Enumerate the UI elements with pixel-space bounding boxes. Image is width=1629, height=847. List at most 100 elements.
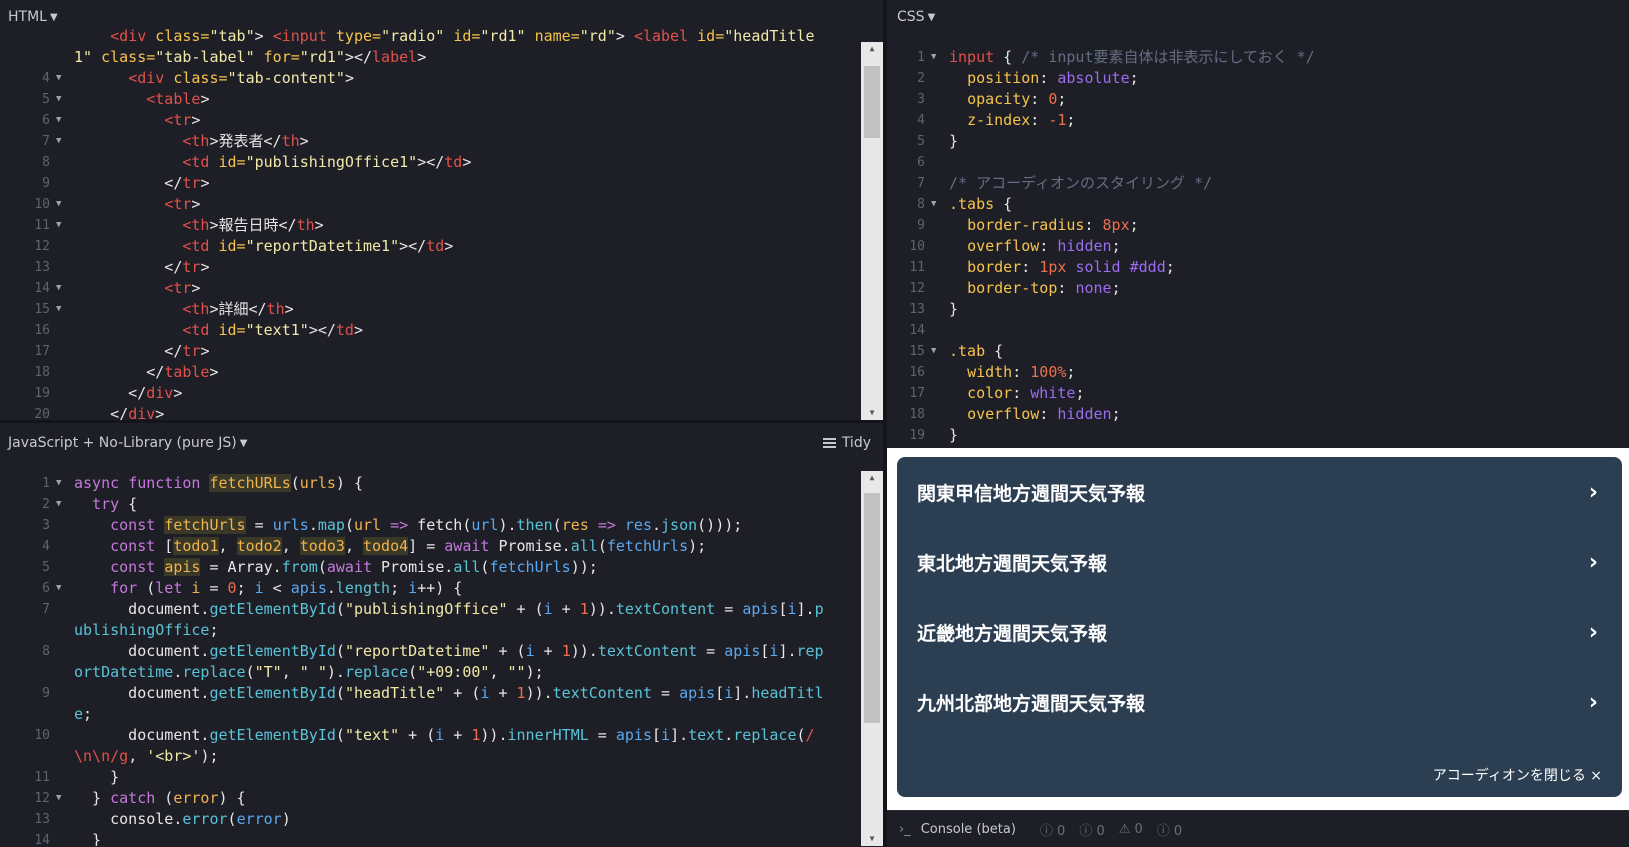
code-line[interactable]: <div class="tab"> <input type="radio" id… (0, 26, 859, 47)
code-line[interactable]: 16 width: 100%; (887, 362, 1605, 383)
code-line[interactable]: 6 ▼ for (let i = 0; i < apis.length; i++)… (0, 578, 859, 599)
code-line[interactable]: 9 border-radius: 8px; (887, 215, 1605, 236)
css-editor[interactable]: 1 ▼ input { /* input要素自体は非表示にしておく */ 2 posi… (887, 47, 1605, 446)
fold-arrow-icon[interactable]: ▼ (931, 341, 943, 362)
scroll-down-icon[interactable]: ▼ (861, 832, 883, 846)
code-text: <tr> (164, 279, 201, 297)
code-line[interactable]: 16 <td id="text1"></td> (0, 320, 859, 341)
code-text: </table> (74, 363, 219, 381)
code-line[interactable]: 15 ▼ <th>詳細</th> (0, 299, 859, 320)
fold-arrow-icon[interactable]: ▼ (56, 278, 68, 299)
code-line[interactable]: 8 <td id="publishingOffice1"></td> (0, 152, 859, 173)
code-line[interactable]: 17 </tr> (0, 341, 859, 362)
accordion-item[interactable]: 関東甲信地方週間天気予報 › (897, 457, 1622, 527)
code-line[interactable]: 7 document.getElementById("publishingOff… (0, 599, 859, 620)
code-line[interactable]: 8 document.getElementById("reportDatetim… (0, 641, 859, 662)
code-line[interactable]: 1" class="tab-label" for="rd1"></label> (0, 47, 859, 68)
code-line[interactable]: 11 ▼ <th>報告日時</th> (0, 215, 859, 236)
code-line[interactable]: 13 console.error(error) (0, 809, 859, 830)
scroll-up-icon[interactable]: ▲ (861, 42, 883, 56)
code-line[interactable]: 14 } (0, 830, 859, 846)
fold-arrow-icon[interactable]: ▼ (56, 110, 68, 131)
scroll-down-icon[interactable]: ▼ (861, 406, 883, 420)
fold-arrow-icon[interactable]: ▼ (56, 215, 68, 236)
code-line[interactable]: 4 const [todo1, todo2, todo3, todo4] = a… (0, 536, 859, 557)
caret-down-icon[interactable]: ▼ (50, 12, 58, 23)
code-line[interactable]: 18 </table> (0, 362, 859, 383)
code-line[interactable]: ortDatetime.replace("T", " ").replace("+… (0, 662, 859, 683)
html-scrollbar[interactable]: ▲ ▼ (861, 42, 883, 420)
code-line[interactable]: 13} (887, 299, 1605, 320)
code-line[interactable]: 3 opacity: 0; (887, 89, 1605, 110)
code-line[interactable]: 7 ▼ <th>発表者</th> (0, 131, 859, 152)
accordion-item[interactable]: 近畿地方週間天気予報 › (897, 597, 1622, 667)
scroll-thumb[interactable] (864, 493, 880, 723)
code-line[interactable]: e; (0, 704, 859, 725)
code-line[interactable]: 1 ▼ input { /* input要素自体は非表示にしておく */ (887, 47, 1605, 68)
code-line[interactable]: 17 color: white; (887, 383, 1605, 404)
line-number: 11 (909, 260, 925, 275)
code-line[interactable]: 11 } (0, 767, 859, 788)
code-line[interactable]: 14 (887, 320, 1605, 341)
code-line[interactable]: 4 ▼ <div class="tab-content"> (0, 68, 859, 89)
scroll-up-icon[interactable]: ▲ (861, 471, 883, 485)
accordion-close-button[interactable]: アコーディオンを閉じる × (1433, 765, 1602, 785)
code-line[interactable]: \n\n/g, '<br>'); (0, 746, 859, 767)
console-bar[interactable]: ›_ Console (beta) ⓘ 0 ⓘ 0 ⚠ 0 ⓘ 0 (887, 810, 1629, 847)
fold-arrow-icon[interactable]: ▼ (56, 473, 68, 494)
code-line[interactable]: 13 </tr> (0, 257, 859, 278)
fold-arrow-icon[interactable]: ▼ (56, 578, 68, 599)
css-pane-header[interactable]: CSS ▼ (887, 0, 1629, 34)
code-line[interactable]: 4 z-index: -1; (887, 110, 1605, 131)
fold-arrow-icon[interactable]: ▼ (56, 89, 68, 110)
code-line[interactable]: 14 ▼ <tr> (0, 278, 859, 299)
fold-arrow-icon[interactable]: ▼ (56, 68, 68, 89)
code-line[interactable]: 15 ▼ .tab { (887, 341, 1605, 362)
code-line[interactable]: 1 ▼ async function fetchURLs(urls) { (0, 473, 859, 494)
code-line[interactable]: 7 /* アコーディオンのスタイリング */ (887, 173, 1605, 194)
code-line[interactable]: 2 position: absolute; (887, 68, 1605, 89)
code-line[interactable]: 11 border: 1px solid #ddd; (887, 257, 1605, 278)
html-editor[interactable]: <div class="tab"> <input type="radio" id… (0, 26, 859, 420)
code-line[interactable]: 5 const apis = Array.from(await Promise.… (0, 557, 859, 578)
code-line[interactable]: 6 (887, 152, 1605, 173)
fold-arrow-icon[interactable]: ▼ (56, 494, 68, 515)
code-line[interactable]: 10 overflow: hidden; (887, 236, 1605, 257)
js-pane-header[interactable]: JavaScript + No-Library (pure JS) ▼ (0, 423, 883, 463)
code-line[interactable]: 10 document.getElementById("text" + (i +… (0, 725, 859, 746)
js-editor[interactable]: 1 ▼ async function fetchURLs(urls) {2 ▼ try… (0, 473, 859, 846)
code-line[interactable]: 12 ▼ } catch (error) { (0, 788, 859, 809)
code-line[interactable]: 19 </div> (0, 383, 859, 404)
code-line[interactable]: 19} (887, 425, 1605, 446)
fold-arrow-icon[interactable]: ▼ (56, 131, 68, 152)
code-text: } catch (error) { (74, 789, 246, 807)
code-line[interactable]: 9 document.getElementById("headTitle" + … (0, 683, 859, 704)
fold-arrow-icon[interactable]: ▼ (931, 47, 943, 68)
code-line[interactable]: ublishingOffice; (0, 620, 859, 641)
code-line[interactable]: 2 ▼ try { (0, 494, 859, 515)
code-text: <table> (146, 90, 210, 108)
code-line[interactable]: 20 </div> (0, 404, 859, 420)
code-line[interactable]: 5} (887, 131, 1605, 152)
code-line[interactable]: 18 overflow: hidden; (887, 404, 1605, 425)
code-line[interactable]: 9 </tr> (0, 173, 859, 194)
caret-down-icon[interactable]: ▼ (928, 12, 936, 23)
tidy-button[interactable]: Tidy (822, 423, 871, 463)
code-line[interactable]: 6 ▼ <tr> (0, 110, 859, 131)
code-line[interactable]: 12 <td id="reportDatetime1"></td> (0, 236, 859, 257)
fold-arrow-icon[interactable]: ▼ (56, 194, 68, 215)
code-line[interactable]: 3 const fetchUrls = urls.map(url => fetc… (0, 515, 859, 536)
code-line[interactable]: 12 border-top: none; (887, 278, 1605, 299)
code-line[interactable]: 8 ▼ .tabs { (887, 194, 1605, 215)
line-number: 16 (909, 365, 925, 380)
caret-down-icon[interactable]: ▼ (240, 438, 248, 449)
scroll-thumb[interactable] (864, 66, 880, 138)
code-line[interactable]: 10 ▼ <tr> (0, 194, 859, 215)
accordion-item[interactable]: 東北地方週間天気予報 › (897, 527, 1622, 597)
js-scrollbar[interactable]: ▲ ▼ (861, 471, 883, 846)
fold-arrow-icon[interactable]: ▼ (56, 299, 68, 320)
fold-arrow-icon[interactable]: ▼ (56, 788, 68, 809)
accordion-item[interactable]: 九州北部地方週間天気予報 › (897, 667, 1622, 737)
fold-arrow-icon[interactable]: ▼ (931, 194, 943, 215)
code-line[interactable]: 5 ▼ <table> (0, 89, 859, 110)
